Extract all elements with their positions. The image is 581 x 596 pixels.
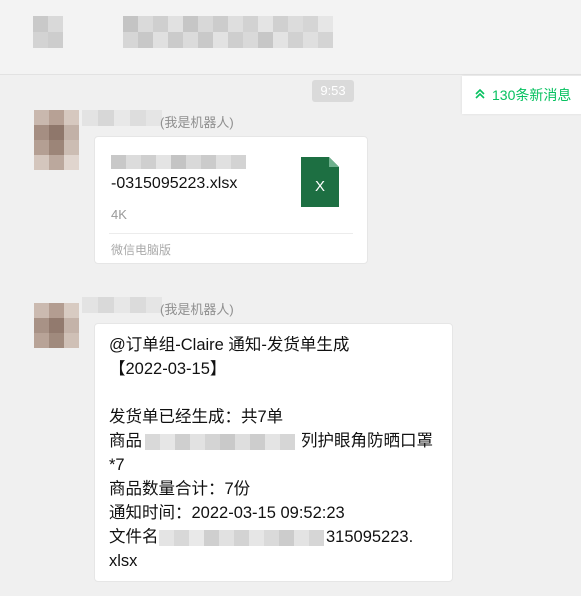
- sender-name: (我是机器人): [160, 115, 234, 130]
- excel-icon-letter: X: [315, 178, 325, 195]
- blurred-file-name: [159, 530, 324, 546]
- text-message-bubble[interactable]: @订单组-Claire 通知-发货单生成 【2022-03-15】 发货单已经生…: [94, 323, 453, 582]
- message-line: 【2022-03-15】: [109, 360, 227, 378]
- message-line: 商品: [109, 432, 142, 450]
- message-line: @订单组-Claire 通知-发货单生成: [109, 336, 350, 354]
- avatar[interactable]: [34, 303, 79, 348]
- new-messages-label: 130条新消息: [492, 87, 572, 103]
- message-line: xlsx: [109, 552, 138, 570]
- blurred-sender-name: [82, 297, 162, 313]
- message-line: 通知时间：2022-03-15 09:52:23: [109, 504, 345, 522]
- message-line: 文件名: [109, 528, 159, 546]
- sender-name: (我是机器人): [160, 302, 234, 317]
- message-line: 发货单已经生成：共7单: [109, 408, 284, 426]
- file-size: 4K: [111, 207, 127, 222]
- avatar[interactable]: [34, 110, 79, 170]
- time-divider: 9:53: [312, 80, 354, 102]
- message-line: 商品数量合计：7份: [109, 480, 251, 498]
- message-line: 315095223.: [326, 528, 414, 546]
- file-message-card[interactable]: -0315095223.xlsx 4K 微信电脑版 X: [94, 136, 368, 264]
- new-messages-button[interactable]: 130条新消息: [462, 76, 581, 114]
- file-source-label: 微信电脑版: [111, 243, 172, 257]
- excel-icon: X: [301, 157, 339, 207]
- blurred-product-name: [145, 434, 295, 450]
- divider: [109, 233, 353, 234]
- message-line: *7: [109, 456, 125, 474]
- blurred-file-name-prefix: [111, 155, 246, 169]
- blurred-sender-name: [82, 110, 162, 126]
- blurred-chat-title: [33, 16, 333, 48]
- double-chevron-up-icon: [474, 77, 492, 115]
- chat-header: [0, 0, 581, 75]
- file-name: -0315095223.xlsx: [111, 175, 238, 192]
- message-line: 列护眼角防晒口罩: [301, 432, 433, 450]
